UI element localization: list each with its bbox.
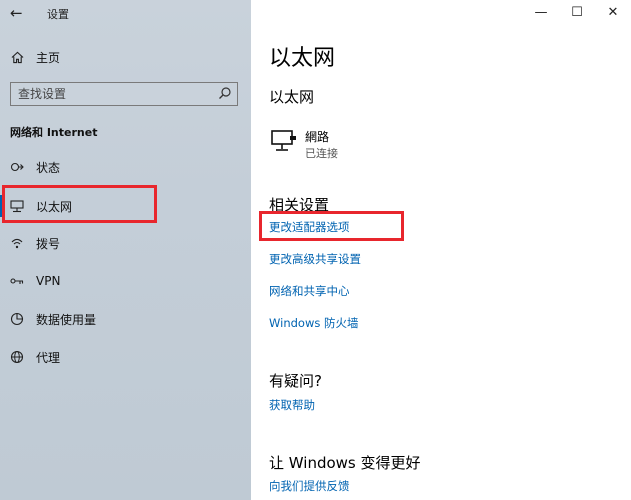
status-icon	[10, 160, 24, 174]
sidebar: ← 设置 主页 网络和 Internet 状态 以太网 拨号	[0, 0, 251, 500]
proxy-icon	[10, 350, 24, 364]
network-name[interactable]: 網路	[305, 128, 329, 145]
section-subtitle: 以太网	[269, 88, 315, 106]
main-pane: — ☐ ✕ 以太网 以太网 網路 已连接 相关设置 更改适配器选项 更改高级共享…	[251, 0, 631, 500]
sidebar-item-label: 代理	[36, 350, 61, 365]
sidebar-item-label: 拨号	[36, 236, 61, 251]
sidebar-item-label: 主页	[36, 50, 61, 65]
section-heading: 网络和 Internet	[10, 126, 98, 139]
feedback-title: 让 Windows 变得更好	[269, 454, 421, 472]
sidebar-item-status[interactable]: 状态	[0, 152, 251, 182]
sidebar-item-dialup[interactable]: 拨号	[0, 228, 251, 258]
network-status: 已连接	[305, 147, 338, 160]
search-icon[interactable]	[218, 86, 232, 100]
home-icon	[10, 50, 24, 64]
vpn-icon	[10, 274, 24, 288]
minimize-button[interactable]: —	[521, 0, 561, 24]
highlight-box-adapter-options	[259, 211, 404, 241]
sidebar-item-proxy[interactable]: 代理	[0, 342, 251, 372]
search-input[interactable]	[11, 83, 211, 105]
link-give-feedback[interactable]: 向我们提供反馈	[269, 478, 350, 494]
link-get-help[interactable]: 获取帮助	[269, 397, 315, 413]
page-title: 以太网	[269, 46, 336, 71]
sidebar-item-data-usage[interactable]: 数据使用量	[0, 304, 251, 334]
maximize-button[interactable]: ☐	[557, 0, 597, 24]
sidebar-item-label: VPN	[36, 274, 61, 288]
dialup-icon	[10, 236, 24, 250]
close-button[interactable]: ✕	[593, 0, 631, 24]
data-usage-icon	[10, 312, 24, 326]
sidebar-item-label: 状态	[36, 160, 61, 175]
back-arrow-icon[interactable]: ←	[10, 4, 23, 22]
link-network-sharing-center[interactable]: 网络和共享中心	[269, 283, 350, 299]
sidebar-item-home[interactable]: 主页	[0, 42, 251, 72]
sidebar-item-vpn[interactable]: VPN	[0, 266, 251, 296]
link-windows-firewall[interactable]: Windows 防火墙	[269, 315, 359, 331]
app-title: 设置	[47, 8, 69, 21]
link-advanced-sharing[interactable]: 更改高级共享设置	[269, 251, 361, 267]
search-box[interactable]	[10, 82, 238, 106]
question-title: 有疑问?	[269, 372, 322, 390]
sidebar-item-label: 数据使用量	[36, 312, 97, 327]
network-adapter-icon[interactable]	[271, 128, 297, 154]
highlight-box-ethernet	[2, 185, 157, 223]
